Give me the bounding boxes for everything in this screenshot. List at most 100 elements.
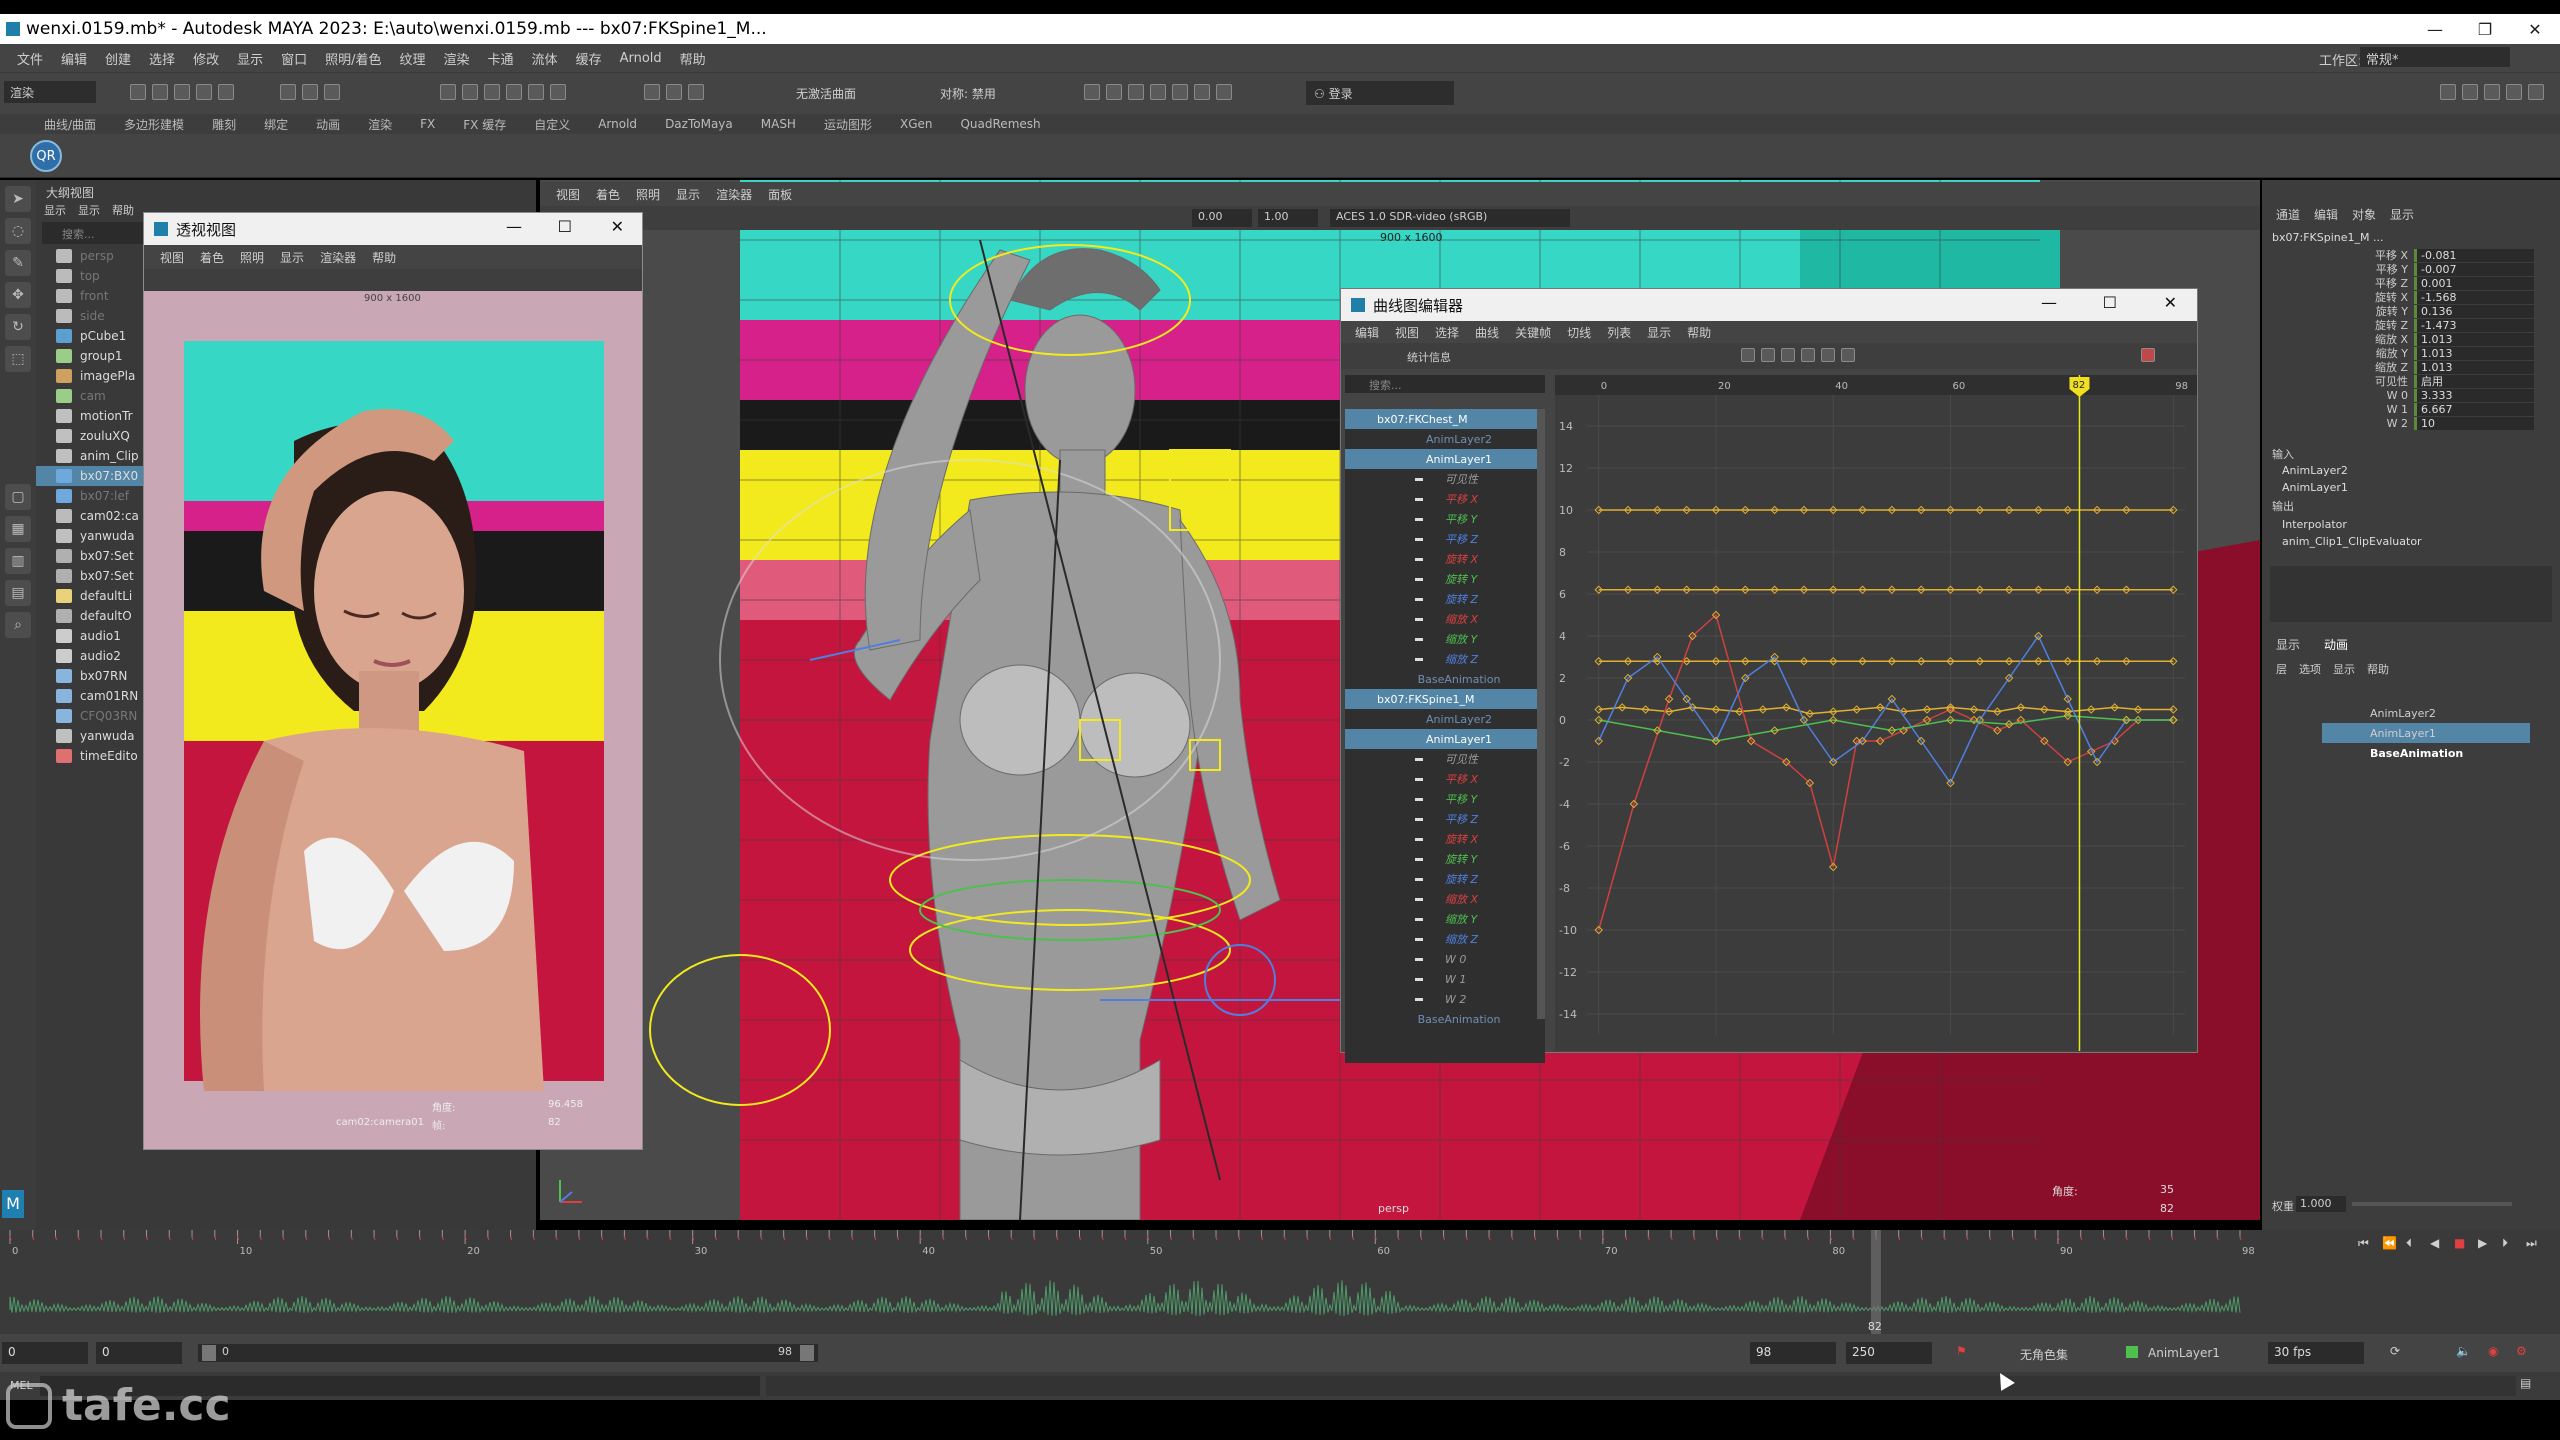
vp-menu-lighting[interactable]: 照明 bbox=[628, 186, 668, 203]
zoom-icon[interactable]: ⌕ bbox=[5, 612, 31, 638]
sound-icon[interactable]: 🔈 bbox=[2456, 1344, 2471, 1358]
menu-cache[interactable]: 缓存 bbox=[567, 49, 611, 68]
loop-icon[interactable]: ⟳ bbox=[2390, 1344, 2400, 1358]
step-back-icon[interactable]: ⏪ bbox=[2382, 1236, 2397, 1250]
spline-tangent-icon[interactable] bbox=[1781, 348, 1795, 362]
channel-value[interactable]: 1.013 bbox=[2414, 332, 2534, 346]
ge-attribute-row[interactable]: 平移 X bbox=[1345, 489, 1545, 509]
outliner-menu-show[interactable]: 显示 bbox=[78, 202, 100, 220]
redo-icon[interactable] bbox=[218, 84, 234, 100]
input-node[interactable]: AnimLayer2 bbox=[2262, 462, 2560, 479]
four-view-icon[interactable]: ▦ bbox=[5, 516, 31, 542]
ge-attribute-row[interactable]: 旋转 Y bbox=[1345, 569, 1545, 589]
snap-grid-icon[interactable] bbox=[440, 84, 456, 100]
select-hierarchy-icon[interactable] bbox=[280, 84, 296, 100]
minimize-button[interactable]: — bbox=[2041, 293, 2057, 312]
shelf-tab[interactable]: 渲染 bbox=[354, 116, 406, 133]
snap-surface-icon[interactable] bbox=[528, 84, 544, 100]
maximize-button[interactable]: ☐ bbox=[2103, 293, 2117, 312]
channel-value[interactable]: 1.013 bbox=[2414, 346, 2534, 360]
shelf-tab[interactable]: 运动图形 bbox=[810, 116, 886, 133]
pw-menu-view[interactable]: 视图 bbox=[152, 249, 192, 266]
menu-display[interactable]: 显示 bbox=[228, 49, 272, 68]
time-slider[interactable]: 0 10 20 30 40 50 60 70 80 90 98 82 ⏮ ⏪ ⏴ ◀ ■ ▶ ⏵ ⏭ bbox=[0, 1230, 2560, 1334]
ge-menu-item[interactable]: 编辑 bbox=[1347, 324, 1387, 341]
quadremesh-shelf-icon[interactable]: QR bbox=[30, 140, 62, 172]
output-node[interactable]: anim_Clip1_ClipEvaluator bbox=[2262, 533, 2560, 550]
step-tangent-icon[interactable] bbox=[1841, 348, 1855, 362]
tab-object[interactable]: 对象 bbox=[2352, 206, 2376, 223]
channel-value[interactable]: 6.667 bbox=[2414, 402, 2534, 416]
channel-box-icon[interactable] bbox=[2506, 84, 2522, 100]
tool-settings-icon[interactable] bbox=[2484, 84, 2500, 100]
snap-vertex-icon[interactable] bbox=[550, 84, 566, 100]
mode-select[interactable]: 渲染 bbox=[4, 81, 96, 103]
ge-layer-row[interactable]: AnimLayer1 bbox=[1345, 449, 1545, 469]
live-surface-label[interactable]: 无激活曲面 bbox=[796, 85, 856, 102]
ge-attribute-row[interactable]: 旋转 Y bbox=[1345, 849, 1545, 869]
ge-attribute-row[interactable]: 缩放 Z bbox=[1345, 929, 1545, 949]
render-settings-icon[interactable] bbox=[1128, 84, 1144, 100]
channel-value[interactable]: 3.333 bbox=[2414, 388, 2534, 402]
outliner-layout-icon[interactable]: ▤ bbox=[5, 580, 31, 606]
ge-menu-item[interactable]: 切线 bbox=[1559, 324, 1599, 341]
vp-menu-panels[interactable]: 面板 bbox=[760, 186, 800, 203]
channel-row[interactable]: 旋转 Z -1.473 bbox=[2262, 318, 2560, 332]
pw-menu-renderer[interactable]: 渲染器 bbox=[312, 249, 364, 266]
login-button[interactable]: ⚇ 登录 bbox=[1306, 81, 1454, 105]
render-icon[interactable] bbox=[1084, 84, 1100, 100]
channel-row[interactable]: 可见性 启用 bbox=[2262, 374, 2560, 388]
menu-arnold[interactable]: Arnold bbox=[611, 51, 671, 66]
key-stats-icon[interactable] bbox=[1741, 348, 1755, 362]
ge-layer-row[interactable]: BaseAnimation bbox=[1345, 1009, 1545, 1029]
shelf-tab[interactable]: DazToMaya bbox=[651, 117, 747, 131]
ge-attribute-row[interactable]: 缩放 X bbox=[1345, 609, 1545, 629]
stop-icon[interactable]: ■ bbox=[2454, 1236, 2465, 1250]
ge-attribute-row[interactable]: W 2 bbox=[1345, 989, 1545, 1009]
gamma-field[interactable]: 1.00 bbox=[1258, 209, 1318, 227]
layer-menu-show[interactable]: 显示 bbox=[2333, 661, 2355, 677]
ge-attribute-row[interactable]: 平移 Y bbox=[1345, 789, 1545, 809]
shelf-tab[interactable]: 多边形建模 bbox=[110, 116, 198, 133]
single-view-icon[interactable]: ▢ bbox=[5, 484, 31, 510]
ge-list-scrollbar[interactable] bbox=[1537, 409, 1545, 1019]
pw-menu-help[interactable]: 帮助 bbox=[364, 249, 404, 266]
menu-select[interactable]: 选择 bbox=[140, 49, 184, 68]
ge-node-row[interactable]: bx07:FKChest_M bbox=[1345, 409, 1545, 429]
graph-editor-titlebar[interactable]: 曲线图编辑器 — ☐ ✕ bbox=[1341, 289, 2197, 321]
channel-value[interactable]: 0.001 bbox=[2414, 276, 2534, 290]
construction-icon[interactable] bbox=[666, 84, 682, 100]
scale-tool-icon[interactable]: ⬚ bbox=[5, 346, 31, 372]
input-ops-icon[interactable] bbox=[688, 84, 704, 100]
ge-attribute-row[interactable]: W 1 bbox=[1345, 969, 1545, 989]
ge-node-row[interactable]: bx07:FKSpine1_M bbox=[1345, 689, 1545, 709]
auto-key-icon[interactable]: ⚑ bbox=[1956, 1344, 1967, 1358]
undo-icon[interactable] bbox=[196, 84, 212, 100]
maximize-button[interactable]: ❐ bbox=[2460, 14, 2510, 44]
input-node[interactable]: AnimLayer1 bbox=[2262, 479, 2560, 496]
pw-menu-show[interactable]: 显示 bbox=[272, 249, 312, 266]
history-icon[interactable] bbox=[644, 84, 660, 100]
range-bar[interactable]: 0 98 bbox=[198, 1344, 818, 1362]
shelf-tab[interactable]: FX 缓存 bbox=[449, 116, 520, 133]
scene-end-field[interactable]: 250 bbox=[1846, 1342, 1932, 1364]
ge-menu-item[interactable]: 帮助 bbox=[1679, 324, 1719, 341]
buffer-curve-icon[interactable] bbox=[2141, 348, 2155, 362]
ge-attribute-row[interactable]: 平移 Z bbox=[1345, 529, 1545, 549]
channel-row[interactable]: 缩放 X 1.013 bbox=[2262, 332, 2560, 346]
shelf-tab[interactable]: 雕刻 bbox=[198, 116, 250, 133]
hypershade-icon[interactable] bbox=[1150, 84, 1166, 100]
anim-layer-row[interactable]: BaseAnimation bbox=[2262, 743, 2560, 763]
play-forward-icon[interactable]: ▶ bbox=[2478, 1236, 2487, 1250]
light-editor-icon[interactable] bbox=[1194, 84, 1210, 100]
persp-window-titlebar[interactable]: 透视视图 — ☐ ✕ bbox=[144, 213, 642, 245]
channel-row[interactable]: 旋转 X -1.568 bbox=[2262, 290, 2560, 304]
pause-icon[interactable] bbox=[1216, 84, 1232, 100]
playback-start-field[interactable]: 0 bbox=[96, 1342, 182, 1364]
ge-menu-item[interactable]: 列表 bbox=[1599, 324, 1639, 341]
shelf-tab[interactable]: MASH bbox=[747, 117, 810, 131]
maximize-button[interactable]: ☐ bbox=[558, 217, 572, 236]
ge-attribute-row[interactable]: 缩放 Z bbox=[1345, 649, 1545, 669]
ge-attribute-row[interactable]: 平移 Z bbox=[1345, 809, 1545, 829]
shelf-tab[interactable]: FX bbox=[406, 117, 449, 131]
